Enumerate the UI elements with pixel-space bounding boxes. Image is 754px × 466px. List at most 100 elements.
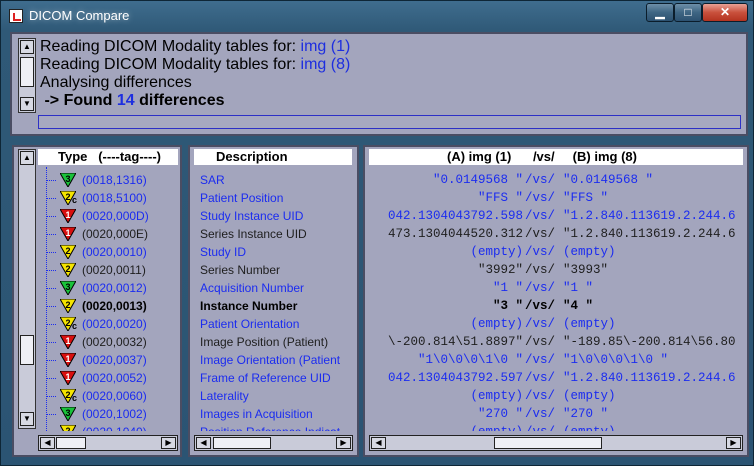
arrow-down-icon[interactable]: ▼: [20, 97, 34, 111]
type-column-header[interactable]: Type (----tag----): [38, 149, 178, 165]
arrow-up-icon[interactable]: ▲: [20, 151, 34, 165]
close-button[interactable]: ✕: [702, 3, 748, 22]
tree-branch: [46, 414, 56, 415]
description-cell[interactable]: Position Reference Indicat: [200, 423, 352, 431]
table-row[interactable]: 1 (0020,000E): [40, 225, 180, 243]
value-row[interactable]: "1 "/vs/"1 ": [369, 279, 743, 297]
description-cell[interactable]: Instance Number: [200, 297, 352, 315]
table-row[interactable]: 2 (0020,0010): [40, 243, 180, 261]
description-cell[interactable]: Patient Position: [200, 189, 352, 207]
tag-label: (0020,0052): [82, 371, 147, 385]
value-row[interactable]: "3992"/vs/ "3993": [369, 261, 743, 279]
description-cell[interactable]: Series Number: [200, 261, 352, 279]
values-column-header[interactable]: (A) img (1) /vs/ (B) img (8): [369, 149, 743, 165]
window-title: DICOM Compare: [29, 8, 130, 23]
table-row[interactable]: 3 (0020,0012): [40, 279, 180, 297]
value-a-cell: "FFS ": [477, 191, 523, 205]
description-cell[interactable]: Image Orientation (Patient: [200, 351, 352, 369]
value-row[interactable]: \-200.814\51.8897"/vs/ "-189.85\-200.814\…: [369, 333, 743, 351]
log-scroll-thumb[interactable]: [20, 57, 34, 87]
maximize-button[interactable]: □: [674, 3, 702, 22]
value-row[interactable]: "270 "/vs/"270 ": [369, 405, 743, 423]
rows-vertical-scrollbar[interactable]: ▲ ▼: [18, 149, 36, 429]
difference-level-icon: 1: [60, 353, 76, 367]
value-row[interactable]: (empty)/vs/(empty): [369, 315, 743, 333]
description-column-header[interactable]: Description: [194, 149, 352, 165]
value-row[interactable]: "1\0\0\0\1\0 "/vs/"1\0\0\0\1\0 ": [369, 351, 743, 369]
value-row[interactable]: "3 "/vs/ "4 ": [369, 297, 743, 315]
log-scrollbar[interactable]: ▲ ▼: [18, 38, 36, 113]
description-cell[interactable]: Acquisition Number: [200, 279, 352, 297]
tree-branch: [46, 378, 56, 379]
log-line: Analysing differences: [40, 74, 192, 91]
rows-scroll-thumb[interactable]: [20, 335, 34, 365]
tag-label: (0020,0011): [82, 263, 146, 277]
description-cell[interactable]: Images in Acquisition: [200, 405, 352, 423]
description-cell[interactable]: Frame of Reference UID: [200, 369, 352, 387]
value-row[interactable]: 042.1304043792.598/vs/ "1.2.840.113619.2.…: [369, 207, 743, 225]
arrow-right-icon[interactable]: ▶: [726, 437, 741, 449]
title-bar[interactable]: DICOM Compare ▁ □ ✕: [1, 1, 753, 31]
description-cell[interactable]: Image Position (Patient): [200, 333, 352, 351]
table-row[interactable]: 1 (0020,0032): [40, 333, 180, 351]
table-row[interactable]: 2 (0020,1040): [40, 423, 180, 431]
type-hscroll-thumb[interactable]: [56, 437, 86, 449]
tree-branch: [46, 252, 56, 253]
arrow-left-icon[interactable]: ◀: [196, 437, 211, 449]
tree-branch: [46, 306, 56, 307]
tag-label: (0020,1040): [82, 423, 147, 431]
values-horizontal-scrollbar[interactable]: ◀ ▶: [369, 435, 743, 451]
vs-separator: /vs/: [525, 263, 556, 277]
arrow-left-icon[interactable]: ◀: [371, 437, 386, 449]
table-row[interactable]: 2 c (0020,0020): [40, 315, 180, 333]
table-row[interactable]: 1 (0020,0037): [40, 351, 180, 369]
svg-text:2: 2: [65, 318, 70, 328]
minimize-button[interactable]: ▁: [646, 3, 674, 22]
arrow-left-icon[interactable]: ◀: [40, 437, 55, 449]
description-horizontal-scrollbar[interactable]: ◀ ▶: [194, 435, 353, 451]
arrow-down-icon[interactable]: ▼: [20, 412, 34, 426]
type-horizontal-scrollbar[interactable]: ◀ ▶: [38, 435, 178, 451]
value-row[interactable]: "0.0149568 "/vs/"0.0149568 ": [369, 171, 743, 189]
value-a-cell: "270 ": [477, 407, 523, 421]
description-cell[interactable]: Study Instance UID: [200, 207, 352, 225]
description-cell[interactable]: SAR: [200, 171, 352, 189]
table-row[interactable]: 2 c (0018,5100): [40, 189, 180, 207]
value-b-cell: "0.0149568 ": [563, 173, 654, 187]
table-row[interactable]: 2 (0020,0013): [40, 297, 180, 315]
svg-text:2: 2: [65, 426, 70, 431]
tag-label: (0020,0010): [82, 245, 147, 259]
minimize-icon: ▁: [655, 5, 665, 19]
description-cell[interactable]: Patient Orientation: [200, 315, 352, 333]
table-row[interactable]: 2 (0020,0011): [40, 261, 180, 279]
table-row[interactable]: 1 (0020,000D): [40, 207, 180, 225]
values-hscroll-thumb[interactable]: [494, 437, 602, 449]
description-hscroll-thumb[interactable]: [213, 437, 271, 449]
value-row[interactable]: (empty)/vs/(empty): [369, 243, 743, 261]
arrow-right-icon[interactable]: ▶: [336, 437, 351, 449]
description-cell[interactable]: Laterality: [200, 387, 352, 405]
arrow-right-icon[interactable]: ▶: [161, 437, 176, 449]
value-a-cell: \-200.814\51.8897": [387, 335, 523, 349]
tree-branch: [46, 198, 56, 199]
description-rows: SAR Patient Position Study Instance UID Ser…: [200, 167, 352, 431]
value-row[interactable]: (empty)/vs/(empty): [369, 423, 743, 431]
description-panel: Description SAR Patient Position Study Ins…: [188, 145, 359, 457]
table-row[interactable]: 1 (0020,0052): [40, 369, 180, 387]
value-b-cell: "4 ": [563, 299, 594, 313]
description-cell[interactable]: Series Instance UID: [200, 225, 352, 243]
value-a-cell: "3992": [477, 263, 523, 277]
description-cell[interactable]: Study ID: [200, 243, 352, 261]
table-row[interactable]: 3 (0020,1002): [40, 405, 180, 423]
value-b-cell: "1.2.840.113619.2.244.6: [563, 209, 736, 223]
arrow-up-icon[interactable]: ▲: [20, 40, 34, 54]
value-b-cell: (empty): [563, 245, 616, 259]
value-row[interactable]: "FFS "/vs/"FFS ": [369, 189, 743, 207]
table-row[interactable]: 3 (0018,1316): [40, 171, 180, 189]
table-row[interactable]: 2 c (0020,0060): [40, 387, 180, 405]
value-b-cell: "3993": [563, 263, 609, 277]
value-row[interactable]: 042.1304043792.597/vs/ "1.2.840.113619.2.…: [369, 369, 743, 387]
value-row[interactable]: (empty)/vs/(empty): [369, 387, 743, 405]
value-row[interactable]: 473.1304044520.312/vs/ "1.2.840.113619.2.…: [369, 225, 743, 243]
value-b-cell: "1\0\0\0\1\0 ": [563, 353, 669, 367]
